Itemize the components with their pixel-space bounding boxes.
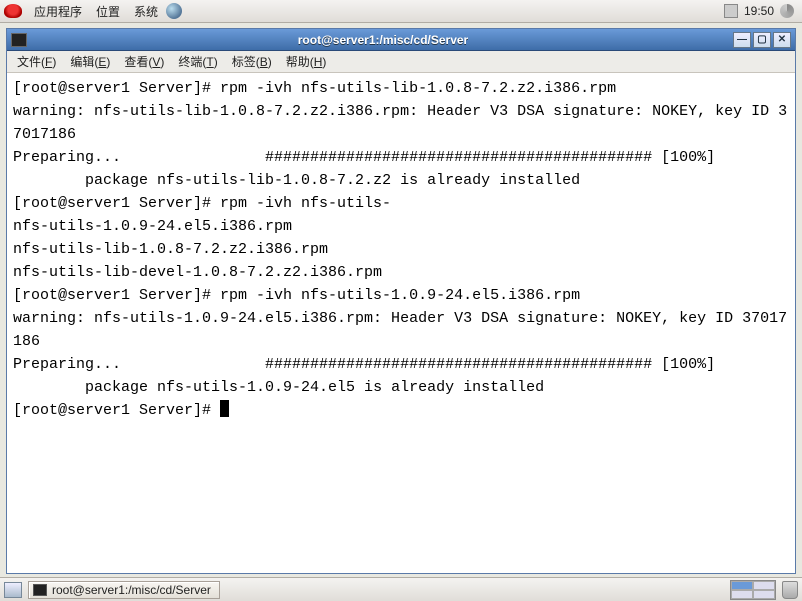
menu-item[interactable]: 终端(T) <box>172 51 223 72</box>
terminal-output[interactable]: [root@server1 Server]# rpm -ivh nfs-util… <box>7 73 795 573</box>
window-close-button[interactable]: ✕ <box>773 32 791 48</box>
menu-applications[interactable]: 应用程序 <box>28 1 88 22</box>
menu-item[interactable]: 文件(F) <box>11 51 62 72</box>
workspace-switcher[interactable] <box>730 580 776 600</box>
taskbar-item-terminal[interactable]: root@server1:/misc/cd/Server <box>28 581 220 599</box>
bottom-panel: root@server1:/misc/cd/Server <box>0 577 802 601</box>
menu-item[interactable]: 帮助(H) <box>280 51 333 72</box>
show-desktop-button[interactable] <box>4 582 22 598</box>
clock[interactable]: 19:50 <box>744 4 774 18</box>
window-title: root@server1:/misc/cd/Server <box>33 33 733 47</box>
terminal-task-icon <box>33 584 47 596</box>
terminal-cursor <box>220 400 229 417</box>
workspace-1[interactable] <box>731 581 753 590</box>
window-titlebar[interactable]: root@server1:/misc/cd/Server — ▢ ✕ <box>7 29 795 51</box>
workspace-4[interactable] <box>753 590 775 599</box>
workspace-3[interactable] <box>731 590 753 599</box>
menu-system[interactable]: 系统 <box>128 1 164 22</box>
window-maximize-button[interactable]: ▢ <box>753 32 771 48</box>
update-tray-icon[interactable] <box>724 4 738 18</box>
browser-launcher-icon[interactable] <box>166 3 182 19</box>
menu-item[interactable]: 标签(B) <box>226 51 278 72</box>
window-menubar: 文件(F)编辑(E)查看(V)终端(T)标签(B)帮助(H) <box>7 51 795 73</box>
menu-item[interactable]: 查看(V) <box>118 51 170 72</box>
top-panel: 应用程序 位置 系统 19:50 <box>0 0 802 23</box>
window-minimize-button[interactable]: — <box>733 32 751 48</box>
trash-icon[interactable] <box>782 581 798 599</box>
taskbar-item-label: root@server1:/misc/cd/Server <box>52 583 211 597</box>
volume-icon[interactable] <box>780 4 794 18</box>
terminal-app-icon <box>11 33 27 47</box>
menu-places[interactable]: 位置 <box>90 1 126 22</box>
terminal-window: root@server1:/misc/cd/Server — ▢ ✕ 文件(F)… <box>6 28 796 574</box>
workspace-2[interactable] <box>753 581 775 590</box>
distro-logo-icon[interactable] <box>4 4 22 18</box>
menu-item[interactable]: 编辑(E) <box>64 51 116 72</box>
